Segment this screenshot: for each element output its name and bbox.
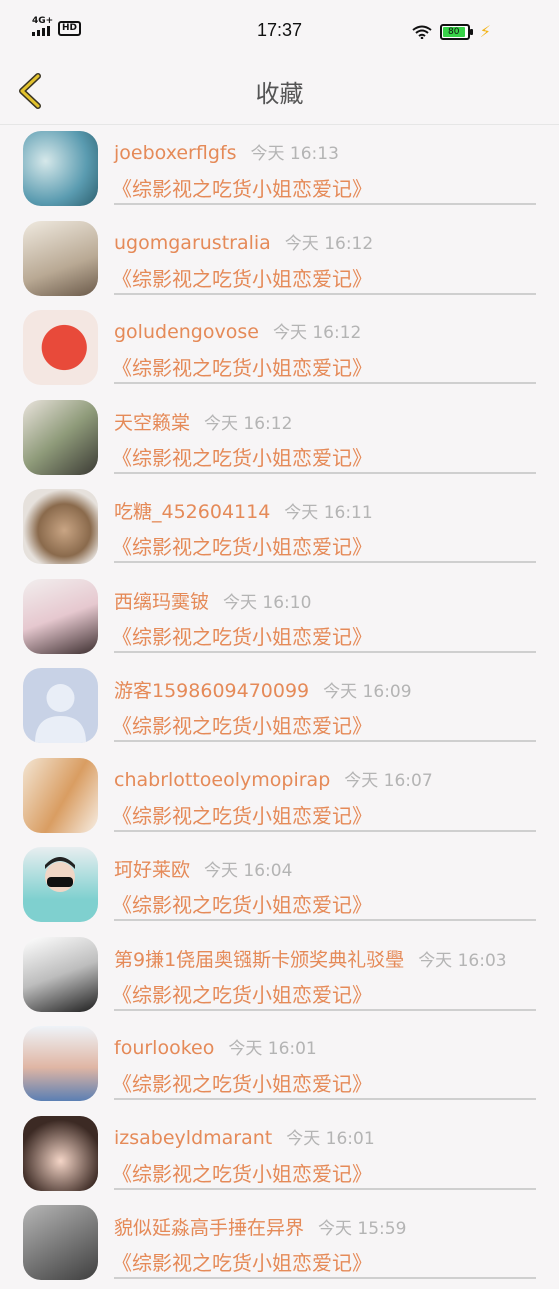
page-title: 收藏 <box>255 80 304 108</box>
timestamp: 今天 16:12 <box>284 233 374 254</box>
timestamp: 今天 16:04 <box>204 861 293 881</box>
book-title[interactable]: 《综影视之吃货小姐恋爱记》 <box>112 710 372 739</box>
book-title[interactable]: 《综影视之吃货小姐恋爱记》 <box>112 800 372 829</box>
book-title[interactable]: 《综影视之吃货小姐恋爱记》 <box>112 1247 372 1276</box>
avatar[interactable] <box>23 847 98 922</box>
user-name[interactable]: goludengovose <box>114 321 259 343</box>
timestamp: 今天 16:03 <box>418 950 507 971</box>
book-title[interactable]: 《综影视之吃货小姐恋爱记》 <box>112 889 372 918</box>
book-title[interactable]: 《综影视之吃货小姐恋爱记》 <box>112 979 372 1008</box>
user-name[interactable]: 西缡玛霙铍 <box>114 591 209 613</box>
timestamp: 今天 16:10 <box>223 592 312 613</box>
nav-bar: 收藏 <box>0 56 559 125</box>
book-title[interactable]: 《综影视之吃货小姐恋爱记》 <box>112 173 372 202</box>
list-item[interactable]: 西缡玛霙铍 今天 16:10 《综影视之吃货小姐恋爱记》 <box>0 573 559 663</box>
timestamp: 今天 16:09 <box>323 682 412 702</box>
divider <box>114 650 536 653</box>
battery-level: 80 <box>442 26 465 37</box>
wifi-icon <box>412 25 432 39</box>
book-title[interactable]: 《综影视之吃货小姐恋爱记》 <box>112 352 372 381</box>
divider <box>114 1187 536 1190</box>
divider <box>114 1008 536 1011</box>
user-name[interactable]: 珂好莱欧 <box>114 859 190 881</box>
list-item[interactable]: 第9搛1侥届奥镪斯卡颁奖典礼驳璺 今天 16:03 《综影视之吃货小姐恋爱记》 <box>0 931 559 1021</box>
timestamp: 今天 16:12 <box>204 413 293 434</box>
book-title[interactable]: 《综影视之吃货小姐恋爱记》 <box>112 531 372 560</box>
divider <box>114 1098 536 1100</box>
avatar[interactable] <box>23 1205 98 1280</box>
charging-bolt-icon: ⚡ <box>479 22 491 41</box>
avatar[interactable] <box>23 1026 98 1101</box>
status-right: 80 ⚡ <box>412 22 491 41</box>
avatar[interactable] <box>23 757 98 833</box>
book-title[interactable]: 《综影视之吃货小姐恋爱记》 <box>112 263 372 292</box>
list-item[interactable]: chabrlottoeolymopirap 今天 16:07 《综影视之吃货小姐恋… <box>0 752 559 842</box>
avatar[interactable] <box>23 668 98 743</box>
list-item[interactable]: izsabeyldmarant 今天 16:01 《综影视之吃货小姐恋爱记》 <box>0 1110 559 1200</box>
list-item[interactable]: ugomgarustralia 今天 16:12 《综影视之吃货小姐恋爱记》 <box>0 215 559 305</box>
status-bar: 4G+ HD 17:37 80 ⚡ <box>0 0 559 56</box>
user-name[interactable]: 吃糖_452604114 <box>114 501 270 523</box>
timestamp: 今天 15:59 <box>318 1219 407 1239</box>
avatar[interactable] <box>23 131 98 206</box>
user-name[interactable]: 天空籁棠 <box>114 412 190 434</box>
divider <box>114 382 536 384</box>
divider <box>114 829 536 832</box>
timestamp: 今天 16:11 <box>284 503 373 523</box>
divider <box>114 561 536 563</box>
avatar[interactable] <box>23 310 98 385</box>
list-item[interactable]: 珂好莱欧 今天 16:04 《综影视之吃货小姐恋爱记》 <box>0 841 559 931</box>
timestamp: 今天 16:01 <box>286 1128 375 1149</box>
user-name[interactable]: fourlookeo <box>114 1037 214 1059</box>
book-title[interactable]: 《综影视之吃货小姐恋爱记》 <box>112 1158 372 1187</box>
user-name[interactable]: izsabeyldmarant <box>114 1127 272 1149</box>
timestamp: 今天 16:13 <box>250 144 339 164</box>
user-name[interactable]: joeboxerflgfs <box>114 142 236 164</box>
user-name[interactable]: 第9搛1侥届奥镪斯卡颁奖典礼驳璺 <box>114 949 404 971</box>
user-name[interactable]: ugomgarustralia <box>114 232 271 254</box>
list-item[interactable]: fourlookeo 今天 16:01 《综影视之吃货小姐恋爱记》 <box>0 1020 559 1110</box>
avatar[interactable] <box>23 220 98 296</box>
list-item[interactable]: 貌似延淼高手捶在异界 今天 15:59 《综影视之吃货小姐恋爱记》 <box>0 1199 559 1289</box>
divider <box>114 203 536 205</box>
user-name[interactable]: 貌似延淼高手捶在异界 <box>114 1217 304 1239</box>
list-item[interactable]: joeboxerflgfs 今天 16:13 《综影视之吃货小姐恋爱记》 <box>0 125 559 215</box>
list-item[interactable]: 吃糖_452604114 今天 16:11 《综影视之吃货小姐恋爱记》 <box>0 483 559 573</box>
book-title[interactable]: 《综影视之吃货小姐恋爱记》 <box>112 442 372 471</box>
book-title[interactable]: 《综影视之吃货小姐恋爱记》 <box>112 1068 372 1097</box>
divider <box>114 919 536 921</box>
user-name[interactable]: chabrlottoeolymopirap <box>114 769 330 791</box>
battery-icon: 80 <box>439 23 473 40</box>
divider <box>114 292 536 295</box>
avatar[interactable] <box>23 1115 98 1191</box>
timestamp: 今天 16:01 <box>228 1039 317 1059</box>
timestamp: 今天 16:12 <box>272 323 362 343</box>
list-item[interactable]: 天空籁棠 今天 16:12 《综影视之吃货小姐恋爱记》 <box>0 394 559 484</box>
avatar[interactable] <box>23 489 98 564</box>
user-name[interactable]: 游客1598609470099 <box>114 680 309 702</box>
avatar[interactable] <box>23 578 98 654</box>
divider <box>114 1277 536 1279</box>
list-item[interactable]: 游客1598609470099 今天 16:09 《综影视之吃货小姐恋爱记》 <box>0 662 559 752</box>
divider <box>114 471 536 474</box>
avatar[interactable] <box>23 936 98 1012</box>
default-user-icon <box>35 684 86 743</box>
favorites-list: joeboxerflgfs 今天 16:13 《综影视之吃货小姐恋爱记》 ugom… <box>0 125 559 1289</box>
list-item[interactable]: goludengovose 今天 16:12 《综影视之吃货小姐恋爱记》 <box>0 304 559 394</box>
book-title[interactable]: 《综影视之吃货小姐恋爱记》 <box>112 621 372 650</box>
avatar[interactable] <box>23 399 98 475</box>
timestamp: 今天 16:07 <box>344 770 433 791</box>
avatar-figure-icon <box>45 857 75 892</box>
divider <box>114 740 536 742</box>
